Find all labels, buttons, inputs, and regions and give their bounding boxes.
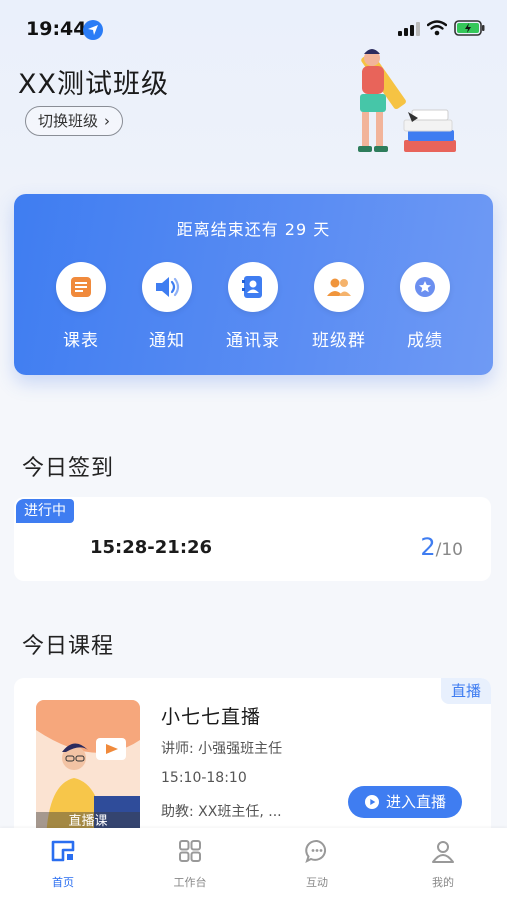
signin-total-value: /10 bbox=[435, 540, 463, 560]
quick-action-label: 通知 bbox=[149, 331, 185, 351]
course-teacher: 讲师: 小强强班主任 bbox=[161, 741, 283, 757]
course-name: 小七七直播 bbox=[161, 706, 262, 728]
wifi-icon bbox=[427, 20, 447, 36]
tab-interaction[interactable]: 互动 bbox=[277, 838, 357, 890]
tab-label: 互动 bbox=[306, 876, 328, 889]
schedule-icon bbox=[71, 277, 91, 297]
quick-action-class-group[interactable]: 班级群 bbox=[294, 262, 384, 351]
status-badge: 进行中 bbox=[16, 499, 74, 523]
switch-class-label: 切换班级 bbox=[38, 111, 99, 130]
course-time: 15:10-18:10 bbox=[161, 770, 247, 786]
signin-card[interactable]: 进行中 15:28-21:26 2/10 bbox=[14, 497, 491, 581]
course-assistant: 助教: XX班主任, ... bbox=[161, 804, 282, 820]
tab-home[interactable]: 首页 bbox=[23, 838, 103, 890]
class-summary-card: 距离结束还有 29 天 课表 通知 通讯录 班级群 成绩 bbox=[14, 194, 493, 375]
quick-action-label: 通讯录 bbox=[226, 331, 280, 351]
cellular-signal-icon bbox=[398, 22, 420, 36]
courses-section-title: 今日课程 bbox=[22, 634, 115, 659]
tab-label: 我的 bbox=[432, 876, 454, 889]
user-icon bbox=[432, 841, 454, 863]
course-card[interactable]: 直播 直播课 小七七直播 讲师: 小强强班主任 15:10-18:10 助教: … bbox=[14, 678, 491, 838]
switch-class-button[interactable]: 切换班级 › bbox=[25, 106, 124, 136]
live-tag: 直播 bbox=[440, 678, 491, 704]
chevron-right-icon: › bbox=[104, 111, 111, 130]
tab-label: 首页 bbox=[52, 876, 74, 889]
enter-live-button[interactable]: 进入直播 bbox=[348, 786, 462, 818]
star-badge-icon bbox=[415, 277, 435, 297]
tab-workbench[interactable]: 工作台 bbox=[150, 838, 230, 890]
quick-action-grades[interactable]: 成绩 bbox=[380, 262, 470, 351]
status-time: 19:44 bbox=[26, 18, 87, 40]
quick-action-notice[interactable]: 通知 bbox=[122, 262, 212, 351]
quick-action-contacts[interactable]: 通讯录 bbox=[208, 262, 298, 351]
signin-count-value: 2 bbox=[420, 533, 436, 561]
tab-label: 工作台 bbox=[173, 876, 207, 889]
tab-profile[interactable]: 我的 bbox=[403, 838, 483, 890]
battery-charging-icon bbox=[454, 20, 485, 36]
enter-live-label: 进入直播 bbox=[385, 793, 446, 811]
contacts-icon bbox=[242, 276, 262, 298]
bottom-tab-bar: 首页 工作台 互动 我的 bbox=[0, 828, 507, 900]
student-with-pencil-illustration bbox=[358, 49, 456, 152]
chat-bubble-icon bbox=[305, 839, 327, 863]
signin-progress: 2/10 bbox=[420, 533, 463, 561]
quick-action-label: 课表 bbox=[63, 331, 99, 351]
signin-section-title: 今日签到 bbox=[22, 456, 115, 481]
countdown-text: 距离结束还有 29 天 bbox=[176, 220, 331, 239]
class-name-title: XX测试班级 bbox=[18, 69, 169, 100]
location-arrow-icon bbox=[83, 20, 103, 40]
group-icon bbox=[327, 278, 351, 296]
quick-action-label: 班级群 bbox=[312, 331, 366, 351]
quick-action-schedule[interactable]: 课表 bbox=[36, 262, 126, 351]
home-icon bbox=[51, 840, 75, 862]
grid-icon bbox=[179, 840, 201, 862]
speaker-icon bbox=[156, 277, 180, 297]
course-thumbnail: 直播课 bbox=[36, 700, 140, 838]
play-circle-icon bbox=[364, 795, 379, 809]
signin-time-range: 15:28-21:26 bbox=[90, 537, 213, 558]
quick-action-label: 成绩 bbox=[407, 331, 443, 351]
